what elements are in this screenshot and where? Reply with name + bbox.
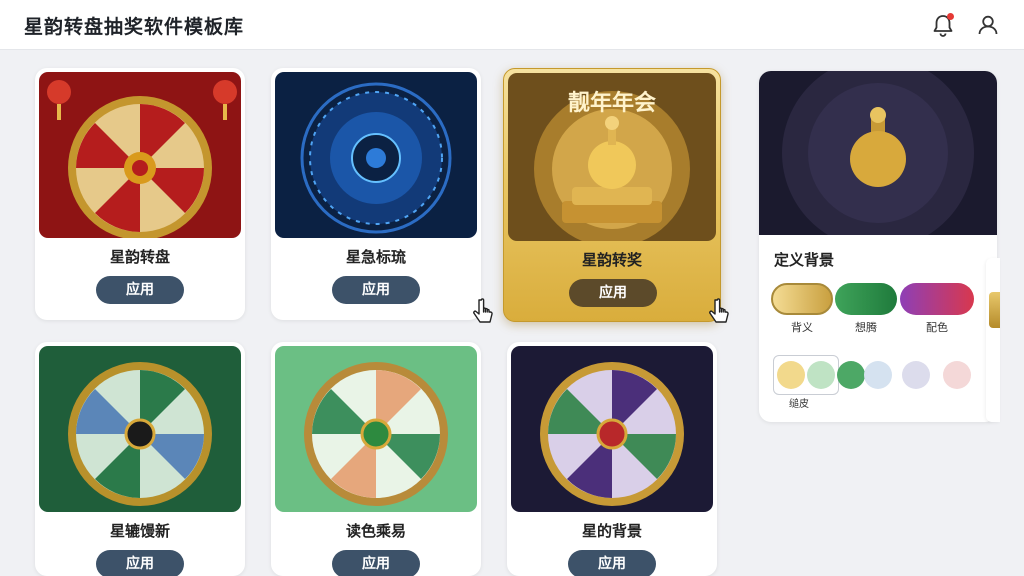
template-thumbnail-purple[interactable] [511,346,713,512]
color-dot[interactable] [864,361,892,389]
color-dot[interactable] [943,361,971,389]
template-thumbnail-blue[interactable] [275,72,477,238]
apply-button[interactable]: 应用 [568,550,656,576]
color-dot[interactable] [777,361,805,389]
template-thumbnail-gold[interactable]: 靓年年会 [508,73,716,241]
template-thumbnail-green[interactable] [39,346,241,512]
customize-panel: 定义背景 背义 想腾 配色 缒皮 [759,71,997,422]
user-icon[interactable] [975,12,1001,38]
background-preview [759,71,997,235]
app-title: 星韵转盘抽奖软件模板库 [24,16,245,38]
bell-icon[interactable] [930,12,956,38]
top-bar: 星韵转盘抽奖软件模板库 [0,0,1024,50]
template-card[interactable]: 星韵转盘 应用 [35,68,245,320]
color-dot[interactable] [837,361,865,389]
pointer-cursor-icon [470,298,496,328]
panel-title: 定义背景 [774,251,835,269]
template-name: 星急标琉 [345,248,406,266]
template-name: 星韵转盘 [109,248,170,266]
pointer-cursor-icon [706,298,732,328]
swatch-label: 背义 [791,321,813,334]
swatch-green[interactable] [835,283,897,315]
color-dot[interactable] [807,361,835,389]
template-name: 星的背景 [581,522,642,540]
template-thumbnail-mint[interactable] [275,346,477,512]
template-name: 星辘馒新 [109,522,170,540]
next-panel-edge[interactable] [986,258,1000,422]
template-card[interactable]: 读色乘易 应用 [271,342,481,576]
template-card-selected[interactable]: 靓年年会 星韵转奖 应用 [503,68,721,322]
template-thumbnail-red[interactable] [39,72,241,238]
color-dot[interactable] [902,361,930,389]
swatch-label: 想腾 [855,321,877,334]
template-card[interactable]: 星急标琉 应用 [271,68,481,320]
apply-button[interactable]: 应用 [96,550,184,576]
apply-button[interactable]: 应用 [96,276,184,304]
notification-dot [947,13,954,20]
apply-button[interactable]: 应用 [569,279,657,307]
template-card[interactable]: 星辘馒新 应用 [35,342,245,576]
next-panel-swatch[interactable] [989,292,1000,328]
template-name: 读色乘易 [345,522,406,540]
template-card[interactable]: 星的背景 应用 [507,342,717,576]
swatch-label: 配色 [926,321,948,334]
apply-button[interactable]: 应用 [332,550,420,576]
template-name: 星韵转奖 [581,251,642,269]
swatch-purple-red[interactable] [900,283,974,315]
overlay-title: 靓年年会 [567,91,656,116]
dots-label: 缒皮 [789,399,809,410]
apply-button[interactable]: 应用 [332,276,420,304]
swatch-gold[interactable] [771,283,833,315]
